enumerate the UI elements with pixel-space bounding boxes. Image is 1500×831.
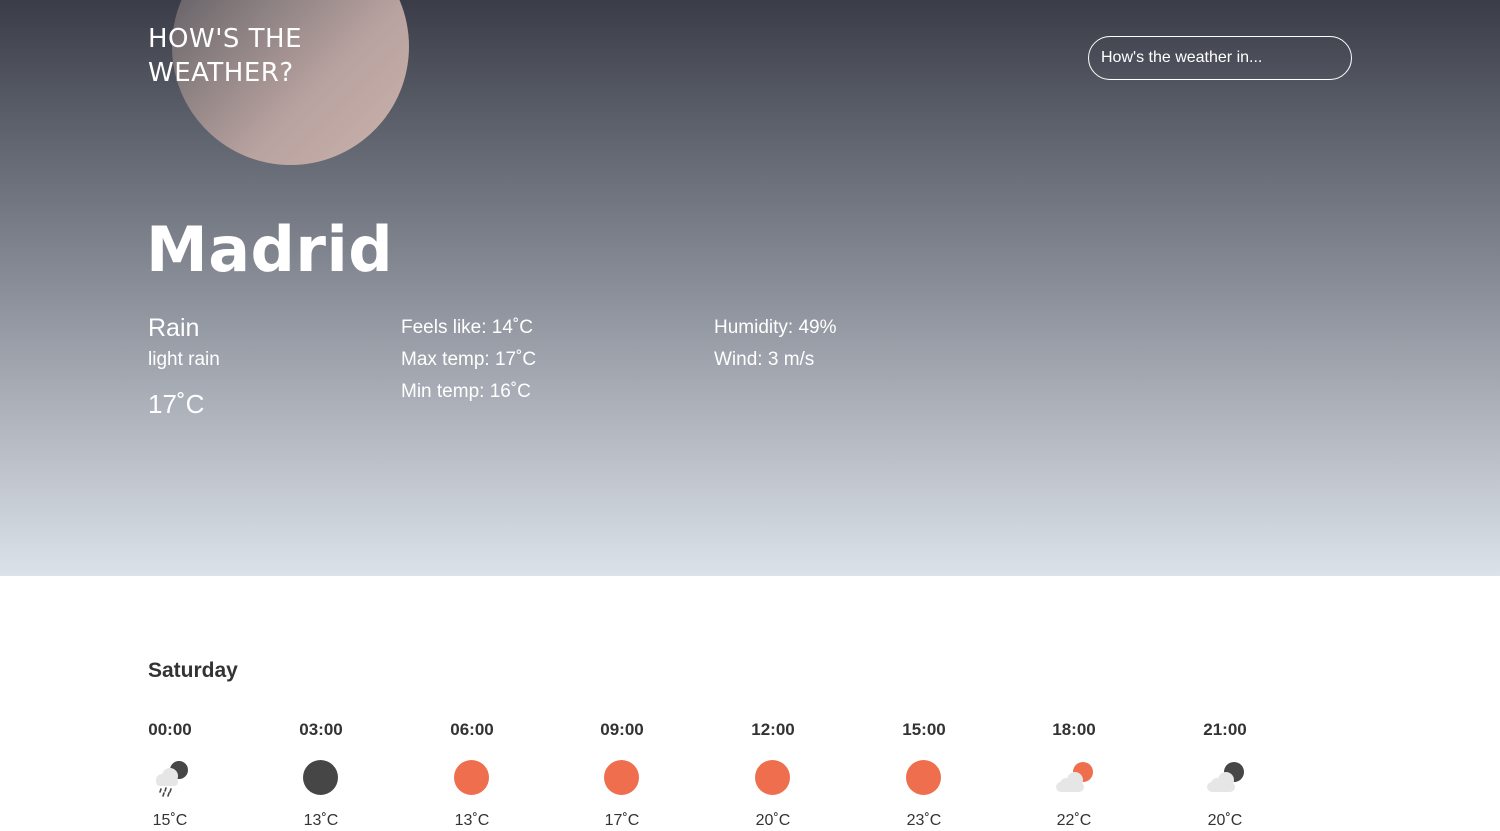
forecast-temp: 23˚C (906, 812, 942, 829)
search-input[interactable] (1088, 36, 1352, 80)
forecast-time: 21:00 (1203, 720, 1247, 739)
forecast-slot: 00:00 15˚C (130, 718, 210, 831)
night-rain-icon (150, 758, 190, 798)
sun-icon (452, 758, 492, 798)
forecast-temp: 15˚C (152, 812, 188, 829)
current-temperature: 17˚C (148, 389, 205, 419)
sun-icon (904, 758, 944, 798)
forecast-time: 15:00 (902, 720, 946, 739)
wind: Wind: 3 m/s (714, 349, 815, 370)
forecast-slot: 03:00 13˚C (281, 718, 361, 831)
temperature-details: Feels like: 14˚C Max temp: 17˚C Min temp… (401, 312, 536, 408)
max-temp: Max temp: 17˚C (401, 349, 537, 370)
sun-icon (602, 758, 642, 798)
clear-night-icon (301, 758, 341, 798)
partly-cloudy-day-icon (1054, 758, 1094, 798)
min-temp: Min temp: 16˚C (401, 381, 531, 402)
partly-cloudy-night-icon (1205, 758, 1245, 798)
forecast-time: 03:00 (299, 720, 343, 739)
forecast-temp: 20˚C (1207, 812, 1243, 829)
weather-condition: Rain (148, 314, 200, 342)
weather-description: light rain (148, 349, 220, 370)
forecast-temp: 13˚C (454, 812, 490, 829)
forecast-slot: 09:00 17˚C (582, 718, 662, 831)
forecast-slot: 06:00 13˚C (432, 718, 512, 831)
feels-like: Feels like: 14˚C (401, 317, 533, 338)
forecast-time: 12:00 (751, 720, 795, 739)
forecast-time: 06:00 (450, 720, 494, 739)
forecast-slot: 15:00 23˚C (884, 718, 964, 831)
forecast-time: 00:00 (148, 720, 192, 739)
forecast-slot: 21:00 20˚C (1185, 718, 1265, 831)
city-name: Madrid (146, 213, 394, 286)
forecast-time: 18:00 (1052, 720, 1096, 739)
forecast-slot: 18:00 22˚C (1034, 718, 1114, 831)
sun-icon (753, 758, 793, 798)
forecast-temp: 17˚C (604, 812, 640, 829)
forecast-temp: 20˚C (755, 812, 791, 829)
atmosphere-details: Humidity: 49% Wind: 3 m/s (714, 312, 837, 376)
hero-header: HOW'S THE WEATHER? Madrid Rain light rai… (0, 0, 1500, 576)
forecast-time: 09:00 (600, 720, 644, 739)
forecast-temp: 13˚C (303, 812, 339, 829)
humidity: Humidity: 49% (714, 317, 837, 338)
forecast-temp: 22˚C (1056, 812, 1092, 829)
app-logo[interactable]: HOW'S THE WEATHER? (148, 22, 302, 90)
forecast-day-title: Saturday (148, 659, 238, 682)
forecast-slot: 12:00 20˚C (733, 718, 813, 831)
